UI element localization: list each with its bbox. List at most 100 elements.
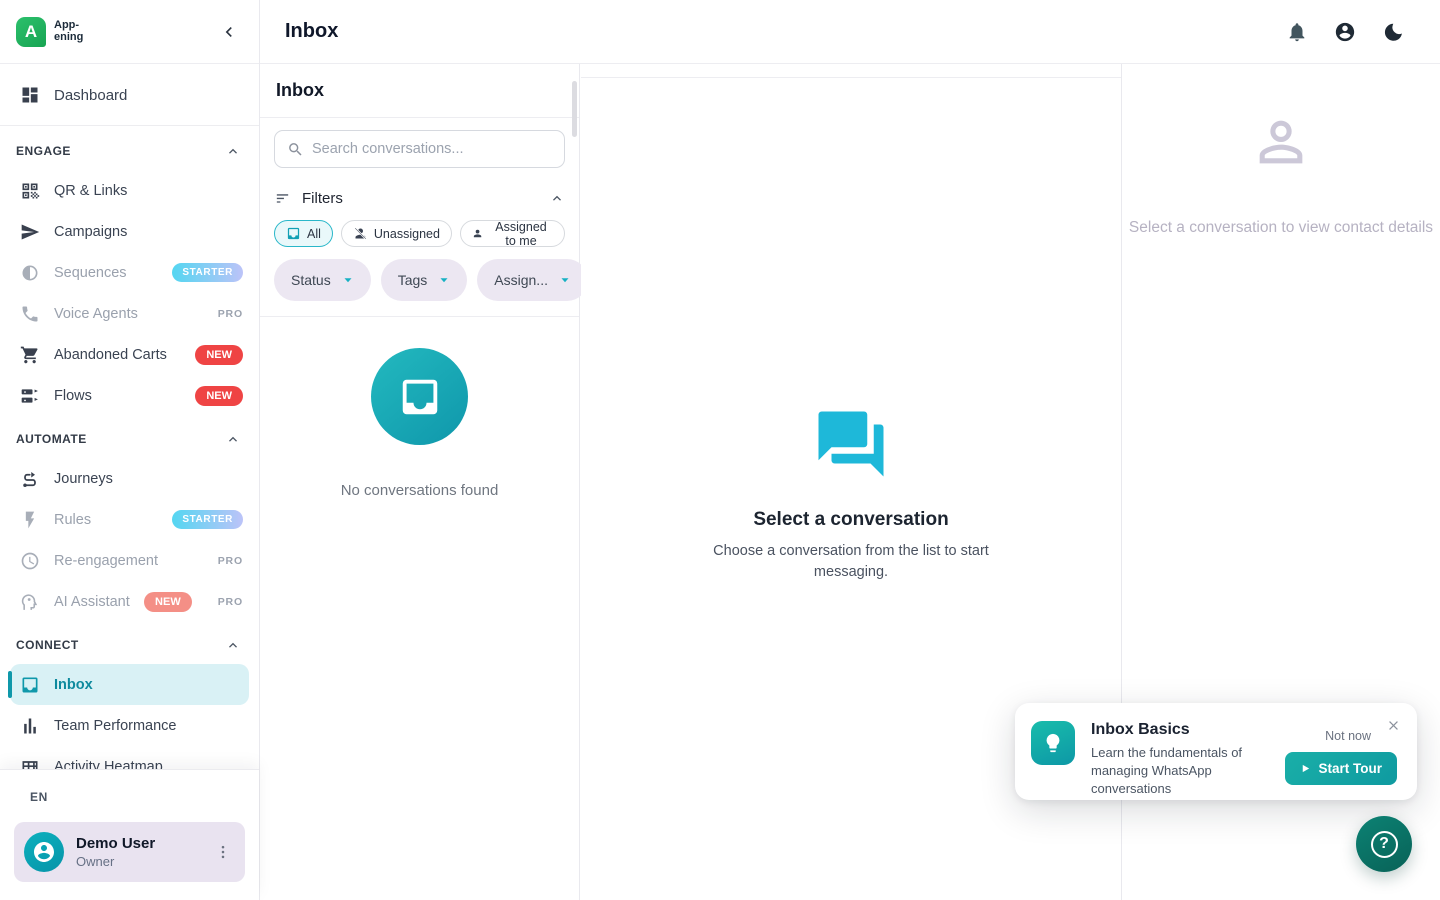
section-title: CONNECT xyxy=(16,638,79,652)
sidebar-item-sequences[interactable]: Sequences STARTER xyxy=(0,252,259,293)
assignee-filter-dropdown[interactable]: Assign... xyxy=(477,259,588,301)
sidebar-item-campaigns[interactable]: Campaigns xyxy=(0,211,259,252)
filter-tab-unassigned[interactable]: Unassigned xyxy=(341,220,452,247)
sidebar-item-rules[interactable]: Rules STARTER xyxy=(0,499,259,540)
sidebar-item-re-engagement[interactable]: Re-engagement PRO xyxy=(0,540,259,581)
avatar xyxy=(24,832,64,872)
caret-down-icon xyxy=(438,274,450,286)
clock-icon xyxy=(20,551,40,571)
sidebar-item-team-performance[interactable]: Team Performance xyxy=(0,705,259,746)
user-name: Demo User xyxy=(76,835,155,852)
start-tour-label: Start Tour xyxy=(1319,761,1383,776)
sidebar-item-label: AI Assistant xyxy=(54,594,130,610)
chat-empty-title: Select a conversation xyxy=(753,509,948,531)
sidebar-item-label: Dashboard xyxy=(54,87,127,104)
contact-empty-text: Select a conversation to view contact de… xyxy=(1126,215,1436,240)
filter-tab-assigned-to-me[interactable]: Assigned to me xyxy=(460,220,565,247)
inbox-icon xyxy=(20,675,40,695)
inbox-icon xyxy=(286,226,301,241)
brand-name-line2: ening xyxy=(54,32,83,44)
sidebar-collapse-button[interactable] xyxy=(215,18,243,46)
chevron-up-icon[interactable] xyxy=(225,431,241,447)
sidebar-item-dashboard[interactable]: Dashboard xyxy=(0,72,259,118)
dark-mode-toggle[interactable] xyxy=(1382,21,1404,43)
dropdown-label: Status xyxy=(291,272,331,288)
kebab-menu-icon xyxy=(214,843,232,861)
send-icon xyxy=(20,222,40,242)
ai-head-icon xyxy=(20,592,40,612)
sidebar-item-journeys[interactable]: Journeys xyxy=(0,458,259,499)
inbox-icon xyxy=(397,374,443,420)
conversations-empty-state: No conversations found xyxy=(260,317,579,499)
dropdown-label: Assign... xyxy=(494,272,548,288)
caret-down-icon xyxy=(342,274,354,286)
heatmap-grid-icon xyxy=(20,757,40,770)
route-icon xyxy=(20,469,40,489)
user-meta: Demo User Owner xyxy=(76,835,155,869)
app-root: A App- ening Dashboard ENGAGE QR & Links xyxy=(0,0,1440,900)
filter-icon xyxy=(274,190,291,207)
search-input[interactable] xyxy=(312,141,552,157)
new-badge: NEW xyxy=(144,592,192,612)
lightbulb-badge xyxy=(1031,721,1075,765)
search-box[interactable] xyxy=(274,130,565,168)
lightbulb-icon xyxy=(1042,732,1064,754)
not-now-button[interactable]: Not now xyxy=(1325,729,1371,743)
section-header-connect: CONNECT xyxy=(0,626,259,664)
close-button[interactable] xyxy=(1382,714,1405,737)
cart-icon xyxy=(20,345,40,365)
account-circle-icon xyxy=(1334,21,1356,43)
person-outline-icon xyxy=(1249,110,1313,174)
notifications-button[interactable] xyxy=(1286,21,1308,43)
page-title: Inbox xyxy=(285,20,338,43)
person-icon xyxy=(472,226,483,241)
chevron-up-icon[interactable] xyxy=(549,190,565,206)
dashboard-icon xyxy=(20,85,40,105)
contact-empty-state: Select a conversation to view contact de… xyxy=(1122,64,1440,240)
pro-tier-label: PRO xyxy=(218,555,243,567)
conversations-panel: Inbox Filters All Unassigned xyxy=(260,64,580,900)
divider xyxy=(0,125,259,126)
phone-icon xyxy=(20,304,40,324)
help-fab-button[interactable]: ? xyxy=(1356,816,1412,872)
sidebar-item-flows[interactable]: Flows NEW xyxy=(0,375,259,416)
account-button[interactable] xyxy=(1334,21,1356,43)
sidebar-item-label: Inbox xyxy=(54,677,93,693)
brand-name: App- ening xyxy=(54,20,83,43)
filter-tab-all[interactable]: All xyxy=(274,220,333,247)
sidebar-item-inbox[interactable]: Inbox xyxy=(10,664,249,705)
sidebar-item-voice-agents[interactable]: Voice Agents PRO xyxy=(0,293,259,334)
chevron-up-icon[interactable] xyxy=(225,143,241,159)
user-menu-button[interactable] xyxy=(209,838,237,866)
status-filter-dropdown[interactable]: Status xyxy=(274,259,371,301)
sidebar-item-label: Sequences xyxy=(54,265,127,281)
scrollbar-thumb[interactable] xyxy=(572,81,577,137)
starter-badge: STARTER xyxy=(172,263,243,282)
sidebar-item-abandoned-carts[interactable]: Abandoned Carts NEW xyxy=(0,334,259,375)
chevron-left-icon xyxy=(219,22,239,42)
tour-title: Inbox Basics xyxy=(1091,721,1269,739)
filter-tab-label: All xyxy=(307,227,321,241)
tour-popup: Inbox Basics Learn the fundamentals of m… xyxy=(1015,703,1417,800)
sidebar-item-label: Rules xyxy=(54,512,91,528)
filters-label: Filters xyxy=(302,190,343,207)
tags-filter-dropdown[interactable]: Tags xyxy=(381,259,468,301)
search-icon xyxy=(287,141,304,158)
conversations-title: Inbox xyxy=(260,64,579,118)
sidebar-item-activity-heatmap[interactable]: Activity Heatmap xyxy=(0,746,259,769)
sidebar-item-qr-links[interactable]: QR & Links xyxy=(0,170,259,211)
new-badge: NEW xyxy=(195,345,243,365)
filters-header[interactable]: Filters xyxy=(274,182,565,214)
start-tour-button[interactable]: Start Tour xyxy=(1285,752,1398,785)
sidebar-item-ai-assistant[interactable]: AI Assistant NEW PRO xyxy=(0,581,259,622)
user-card[interactable]: Demo User Owner xyxy=(14,822,245,882)
language-label[interactable]: EN xyxy=(30,790,259,804)
chevron-up-icon[interactable] xyxy=(225,637,241,653)
section-header-automate: AUTOMATE xyxy=(0,420,259,458)
sidebar-item-label: QR & Links xyxy=(54,183,127,199)
caret-down-icon xyxy=(559,274,571,286)
person-icon xyxy=(32,840,56,864)
sidebar-item-label: Flows xyxy=(54,388,92,404)
sidebar-item-label: Abandoned Carts xyxy=(54,347,167,363)
brand-logo-icon: A xyxy=(16,17,46,47)
